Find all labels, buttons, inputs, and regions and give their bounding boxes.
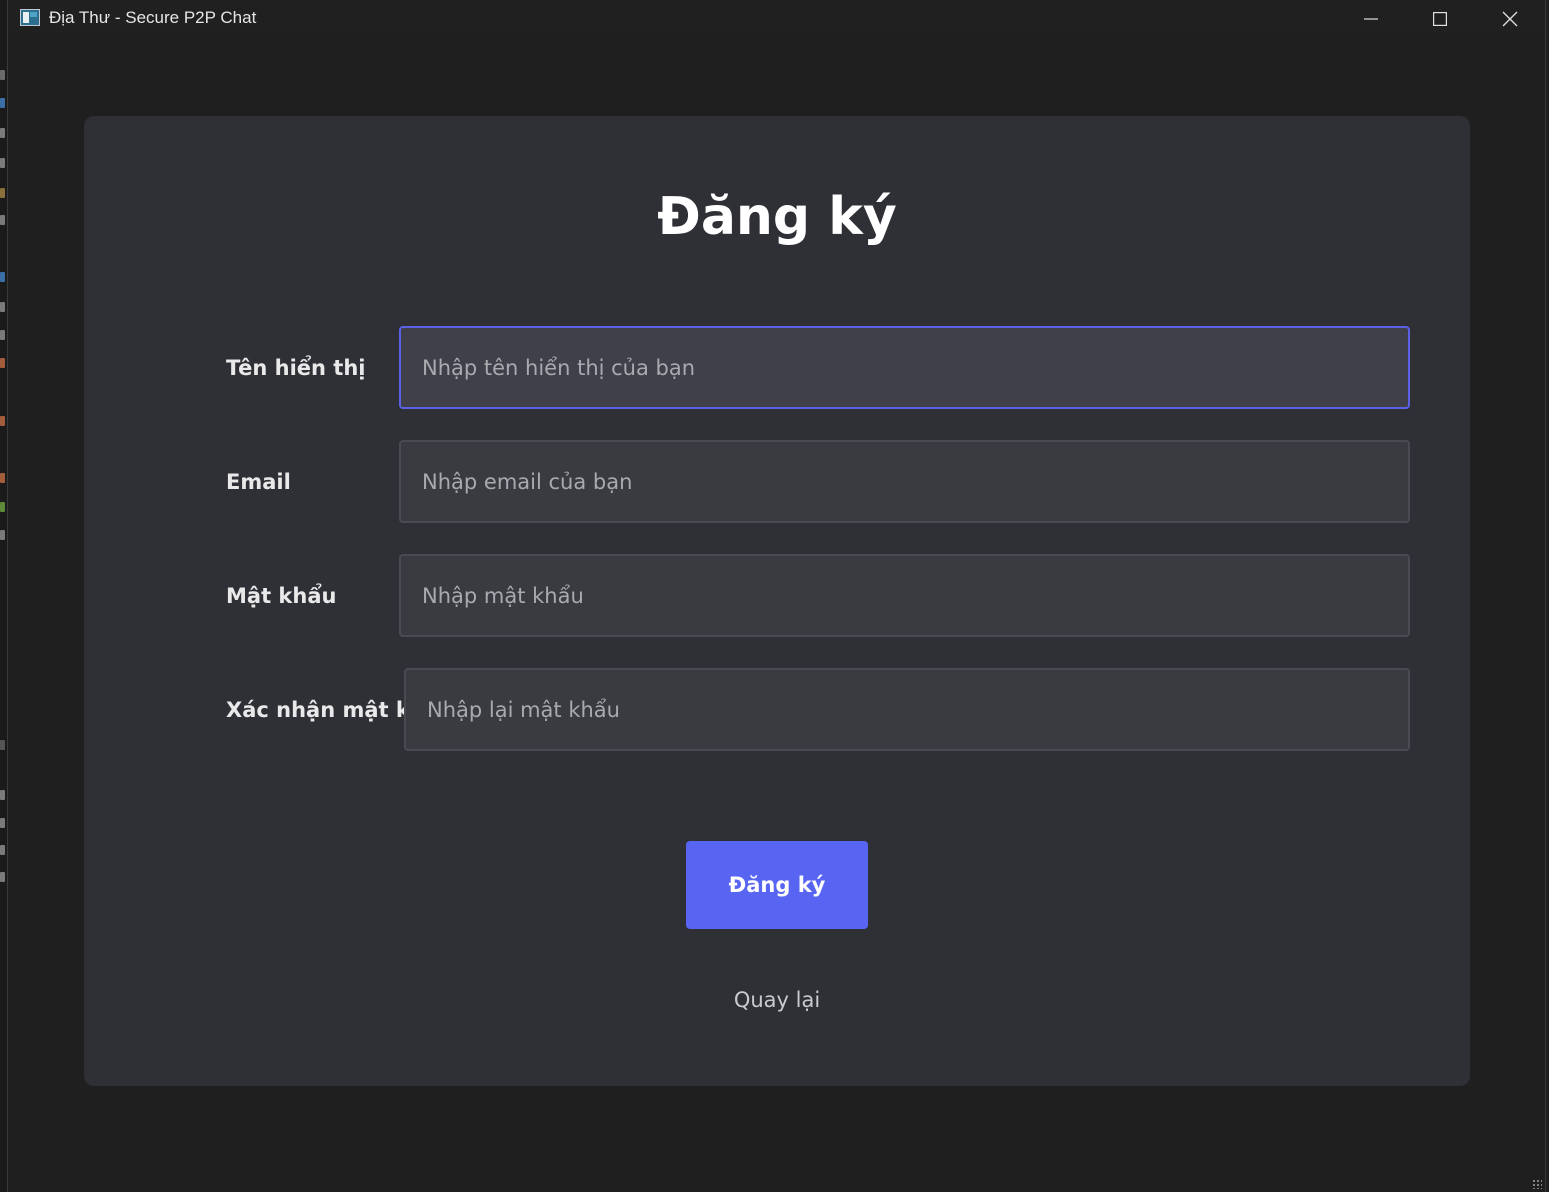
email-label: Email — [226, 470, 291, 494]
maximize-button[interactable] — [1405, 0, 1475, 38]
confirm-password-input[interactable] — [404, 668, 1410, 751]
title-bar[interactable]: Địa Thư - Secure P2P Chat — [8, 0, 1545, 38]
display-name-label: Tên hiển thị — [226, 356, 366, 380]
minimize-icon — [1364, 18, 1378, 20]
password-label: Mật khẩu — [226, 584, 337, 608]
close-icon — [1502, 11, 1518, 27]
register-card: Đăng ký Tên hiển thị Email Mật khẩu Xác … — [84, 116, 1470, 1086]
close-button[interactable] — [1475, 0, 1545, 38]
minimize-button[interactable] — [1336, 0, 1406, 38]
background-window-edge — [0, 0, 7, 1192]
app-icon — [20, 9, 40, 26]
maximize-icon — [1433, 12, 1447, 26]
app-window: Địa Thư - Secure P2P Chat Đăng ký Tên hi… — [7, 0, 1546, 1192]
window-title: Địa Thư - Secure P2P Chat — [49, 8, 257, 27]
resize-grip[interactable] — [1532, 1179, 1542, 1189]
display-name-input[interactable] — [399, 326, 1410, 409]
page-title: Đăng ký — [657, 187, 897, 247]
email-input[interactable] — [399, 440, 1410, 523]
password-input[interactable] — [399, 554, 1410, 637]
back-button[interactable]: Quay lại — [84, 988, 1470, 1012]
register-button[interactable]: Đăng ký — [686, 841, 868, 929]
